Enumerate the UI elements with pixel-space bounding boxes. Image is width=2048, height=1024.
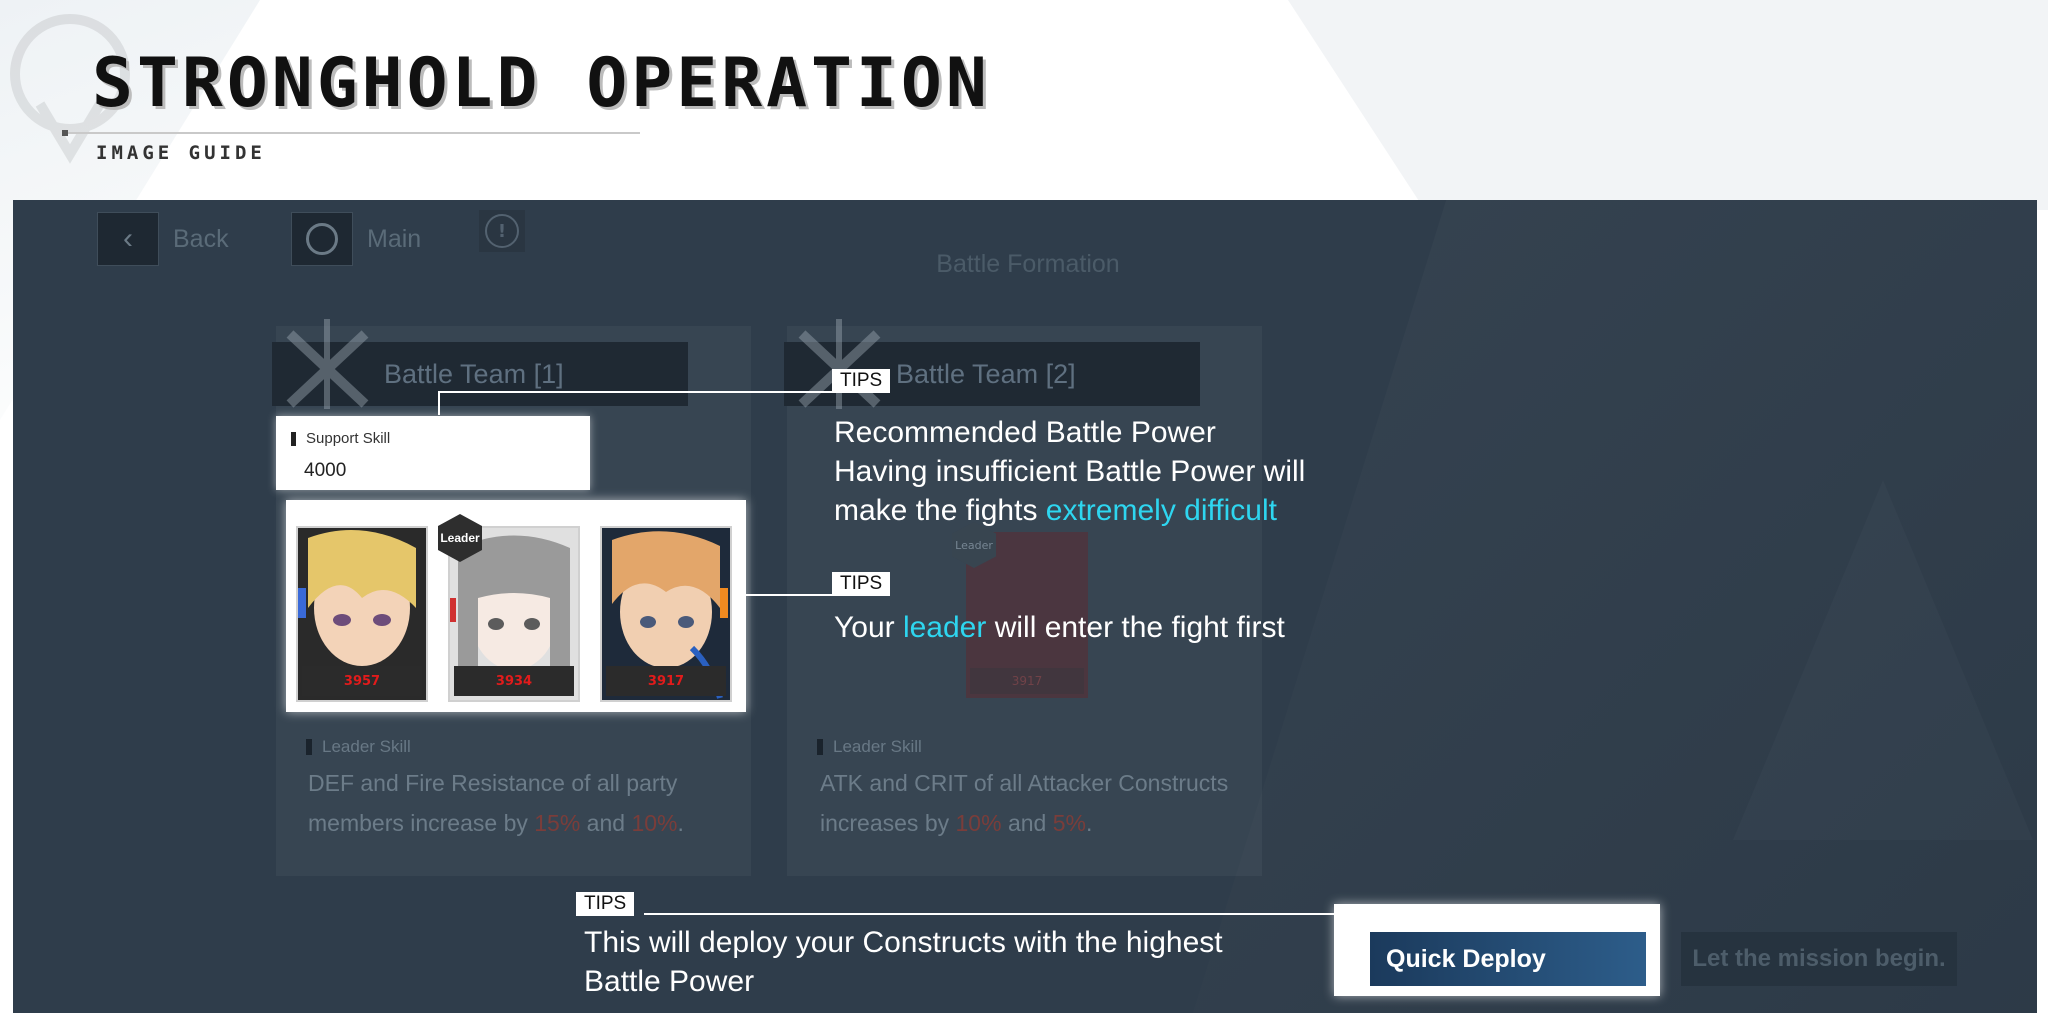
- team1-leader-skill-label: Leader Skill: [306, 737, 411, 756]
- team1-skill-end: .: [677, 810, 684, 836]
- character-power: 3934: [454, 666, 574, 696]
- divider-dot: [62, 130, 68, 136]
- team2-leader-skill-text: ATK and CRIT of all Attacker Constructs …: [820, 763, 1240, 843]
- tip2-tag: TIPS: [832, 572, 891, 596]
- tip1-line1: Recommended Battle Power: [834, 416, 1216, 449]
- team2-character-power: 3917: [970, 668, 1084, 694]
- team2-skill-line1: ATK and CRIT of all Attacker Constructs: [820, 770, 1229, 796]
- tip1-connector-drop: [438, 391, 440, 415]
- team1-skill-line2: members increase by: [308, 810, 535, 836]
- back-button[interactable]: ‹ Back: [97, 212, 229, 266]
- tip1-connector: [438, 391, 834, 393]
- team2-skill-line2: increases by: [820, 810, 956, 836]
- back-label: Back: [173, 224, 229, 253]
- back-arrow-icon: ‹: [97, 212, 159, 266]
- team2-leader-skill-label: Leader Skill: [817, 737, 922, 756]
- team2-skill-and: and: [1001, 810, 1053, 836]
- tip2-part2: will enter the fight first: [986, 611, 1285, 644]
- mission-begin-button[interactable]: Let the mission begin.: [1681, 932, 1957, 986]
- main-label: Main: [367, 224, 422, 253]
- character-card[interactable]: 3917: [600, 526, 732, 702]
- tip3-text: This will deploy your Constructs with th…: [584, 923, 1223, 1001]
- exclamation-icon: !: [485, 214, 519, 248]
- team1-skill-pct1: 15%: [534, 810, 581, 836]
- team2-skill-end: .: [1085, 810, 1093, 836]
- tip3-line2: Battle Power: [584, 965, 755, 998]
- quick-deploy-highlight: Quick Deploy: [1334, 904, 1660, 996]
- home-circle-icon: [291, 212, 353, 266]
- team1-skill-pct2: 10%: [631, 810, 678, 836]
- character-power: 3917: [606, 666, 726, 696]
- character-power: 3957: [302, 666, 422, 696]
- team1-skill-line1: DEF and Fire Resistance of all party: [308, 770, 678, 796]
- title-divider: [64, 132, 640, 134]
- info-button[interactable]: !: [479, 210, 525, 252]
- support-skill-card: Support Skill 4000: [276, 416, 590, 490]
- team2-emblem-icon: [798, 319, 881, 409]
- tip2-part1: Your: [834, 611, 903, 644]
- tip3-line1: This will deploy your Constructs with th…: [584, 926, 1223, 959]
- main-button[interactable]: Main: [291, 212, 421, 266]
- support-skill-label: Support Skill: [290, 430, 391, 447]
- tip2-text: Your leader will enter the fight first: [834, 608, 1285, 647]
- team2-skill-pct1: 10%: [955, 810, 1002, 836]
- tip1-line3: make the fights: [834, 494, 1046, 527]
- team1-title: Battle Team [1]: [384, 358, 564, 389]
- support-skill-value: 4000: [304, 460, 347, 481]
- quick-deploy-button[interactable]: Quick Deploy: [1370, 932, 1646, 986]
- tip1-text: Recommended Battle Power Having insuffic…: [834, 413, 1305, 530]
- team1-leader-skill-text: DEF and Fire Resistance of all party mem…: [308, 763, 728, 843]
- tip1-tag: TIPS: [832, 369, 891, 393]
- tip3-tag: TIPS: [576, 892, 635, 916]
- character-card[interactable]: 3957: [296, 526, 428, 702]
- background-shape-right: [1288, 0, 2048, 210]
- tip1-line2: Having insufficient Battle Power will: [834, 455, 1306, 488]
- tip2-highlight: leader: [902, 611, 987, 644]
- team1-characters: 3957 3934 3917 Leader: [286, 500, 746, 712]
- tip3-connector: [644, 913, 1336, 915]
- tip1-highlight: extremely difficult: [1045, 494, 1277, 527]
- team2-title: Battle Team [2]: [896, 358, 1076, 389]
- page-title: STRONGHOLD OPERATION: [92, 44, 991, 123]
- tip2-connector: [746, 594, 834, 596]
- page-subtitle: IMAGE GUIDE: [96, 142, 266, 164]
- team1-skill-and: and: [580, 810, 632, 836]
- team1-emblem-icon: [286, 319, 369, 409]
- battle-formation-title: Battle Formation: [936, 250, 1120, 278]
- team2-skill-pct2: 5%: [1052, 810, 1086, 836]
